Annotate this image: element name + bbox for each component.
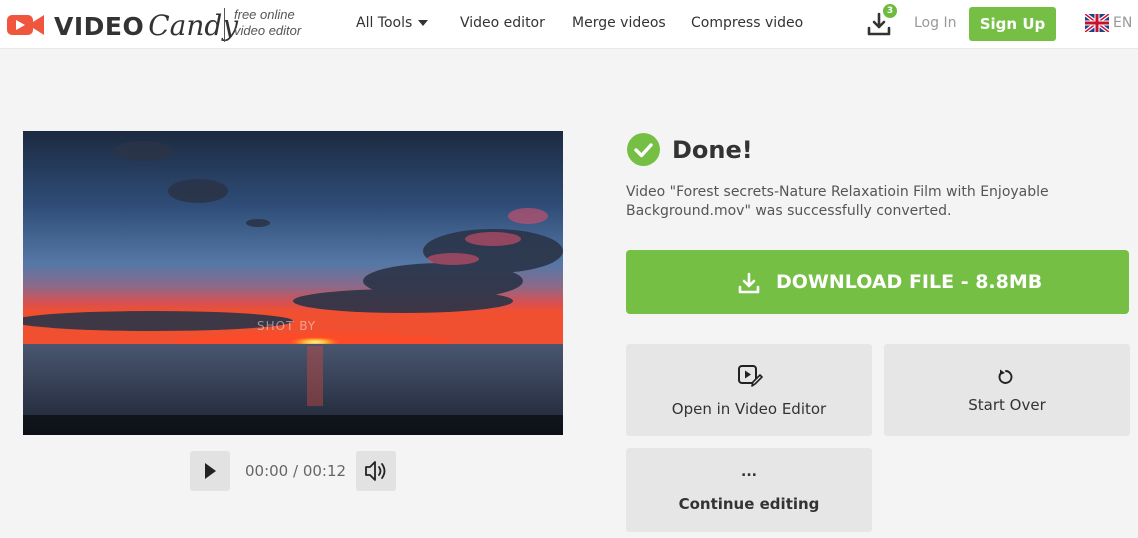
video-watermark: SHOT BY — [257, 319, 317, 333]
play-button[interactable] — [190, 451, 230, 491]
tagline-line-2: video editor — [234, 23, 302, 38]
video-overlay-bar — [23, 415, 563, 435]
restart-icon — [998, 369, 1013, 384]
top-header: VIDEO Candy free online video editor All… — [0, 0, 1138, 49]
language-selector[interactable]: EN — [1113, 15, 1132, 31]
volume-icon — [365, 461, 386, 481]
conversion-description: Video "Forest secrets-Nature Relaxatioin… — [626, 184, 1049, 219]
playback-time: 00:00 / 00:12 — [245, 462, 347, 480]
download-file-button[interactable]: DOWNLOAD FILE - 8.8MB — [626, 250, 1129, 314]
logo-video-text: VIDEO — [54, 11, 145, 41]
open-in-video-editor-label: Open in Video Editor — [671, 400, 827, 418]
sunset-video-frame — [23, 131, 563, 435]
download-icon — [738, 272, 760, 294]
play-icon — [205, 463, 216, 479]
nav-merge-videos[interactable]: Merge videos — [572, 15, 666, 31]
downloads-count-badge: 3 — [883, 4, 897, 18]
continue-editing-label: Continue editing — [678, 495, 820, 513]
camera-logo-icon — [7, 15, 44, 35]
done-title: Done! — [672, 136, 753, 164]
start-over-label: Start Over — [968, 396, 1046, 414]
signup-button[interactable]: Sign Up — [969, 7, 1056, 41]
login-link[interactable]: Log In — [914, 15, 956, 31]
video-preview[interactable]: SHOT BY — [23, 131, 563, 435]
video-edit-icon — [738, 365, 763, 387]
continue-editing-button[interactable]: ... Continue editing — [626, 448, 872, 532]
nav-all-tools[interactable]: All Tools — [356, 15, 429, 31]
logo-tagline: free online video editor — [234, 7, 301, 39]
videocandy-logo[interactable]: VIDEO Candy — [6, 8, 238, 42]
nav-video-editor[interactable]: Video editor — [460, 15, 545, 31]
nav-all-tools-label: All Tools — [356, 15, 413, 31]
check-circle-icon — [627, 133, 660, 166]
volume-button[interactable] — [356, 451, 396, 491]
download-file-label: DOWNLOAD FILE - 8.8MB — [776, 271, 1043, 293]
start-over-button[interactable]: Start Over — [884, 344, 1130, 436]
uk-flag-icon[interactable] — [1085, 14, 1109, 32]
tagline-line-1: free online — [234, 7, 295, 22]
caret-down-icon — [418, 20, 429, 26]
nav-compress-video[interactable]: Compress video — [691, 15, 803, 31]
logo-divider — [224, 8, 225, 42]
open-in-video-editor-button[interactable]: Open in Video Editor — [626, 344, 872, 436]
more-dots-icon: ... — [741, 464, 757, 480]
